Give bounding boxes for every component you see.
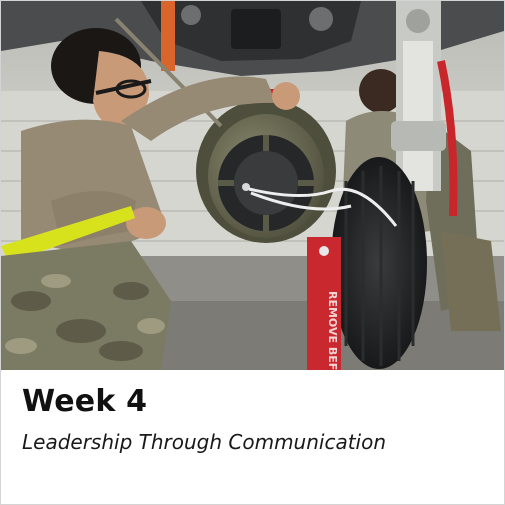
hero-photo: REMOVE BEFORE FLIGHT: [1, 1, 504, 370]
week-title: Week 4: [22, 384, 148, 419]
remove-before-flight-tag: REMOVE BEFORE FLIGHT: [326, 291, 339, 370]
photo-illustration: REMOVE BEFORE FLIGHT: [1, 1, 504, 370]
card-caption: Week 4 Leadership Through Communication: [1, 370, 504, 504]
course-subtitle: Leadership Through Communication: [22, 430, 387, 454]
course-week-card[interactable]: REMOVE BEFORE FLIGHT Week 4 Leadership T…: [0, 0, 505, 505]
